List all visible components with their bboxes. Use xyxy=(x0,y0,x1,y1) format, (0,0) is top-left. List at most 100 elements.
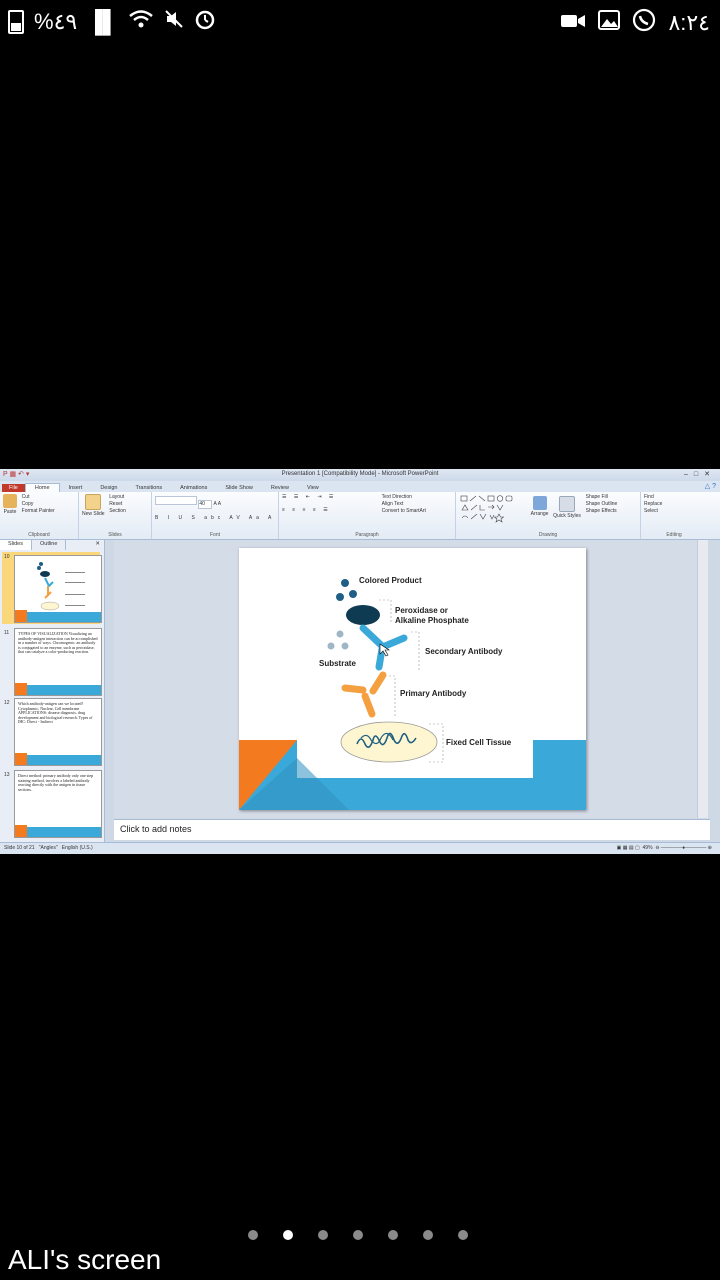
powerpoint-window: P ▦ ↶ ▾ Presentation 1 [Compatibility Mo… xyxy=(0,469,720,854)
tab-file[interactable]: File xyxy=(2,484,25,492)
group-slides: New Slide Layout Reset Section Slides xyxy=(79,492,152,539)
help-icon[interactable]: △ ? xyxy=(705,482,716,490)
copy-button[interactable]: Copy xyxy=(22,501,55,508)
vertical-scrollbar[interactable] xyxy=(697,540,708,818)
thumbnail-row-12[interactable]: 12 Which antibody-antigen can we located… xyxy=(2,698,102,768)
slides-label: Slides xyxy=(108,532,122,538)
quick-styles-button[interactable]: Quick Styles xyxy=(553,496,581,519)
tab-review[interactable]: Review xyxy=(262,484,298,492)
screen-caption: ALI's screen xyxy=(8,1244,162,1275)
new-slide-button[interactable]: New Slide xyxy=(82,494,105,517)
label-colored-product: Colored Product xyxy=(359,576,422,585)
find-button[interactable]: Find xyxy=(644,494,704,501)
thumbnail-row-10[interactable]: 10 xyxy=(2,552,102,624)
page-dot[interactable] xyxy=(458,1230,468,1240)
tab-view[interactable]: View xyxy=(298,484,328,492)
slide-canvas[interactable]: Colored Product Peroxidase or Alkaline P… xyxy=(114,540,708,818)
leader-line xyxy=(379,599,392,624)
page-dot[interactable] xyxy=(423,1230,433,1240)
battery-percent: %٤٩ xyxy=(34,9,78,34)
clock: ٨:٢٤ xyxy=(668,10,710,35)
zoom-level[interactable]: 49% xyxy=(643,845,653,851)
arrange-button[interactable]: Arrange xyxy=(531,496,548,517)
notes-placeholder: Click to add notes xyxy=(120,824,192,834)
tab-transitions[interactable]: Transitions xyxy=(126,484,171,492)
thumbnail-text: TYPES OF VISUALIZATION Visualizing an an… xyxy=(18,631,98,655)
font-label: Font xyxy=(209,532,220,538)
quick-styles-icon xyxy=(559,496,576,512)
panel-close-icon[interactable]: ✕ xyxy=(91,540,104,550)
shape-effects-button[interactable]: Shape Effects xyxy=(586,508,618,515)
reset-button[interactable]: Reset xyxy=(109,501,126,508)
shapes-gallery[interactable] xyxy=(459,494,529,526)
layout-button[interactable]: Layout xyxy=(109,494,126,501)
list-buttons[interactable]: ☰ ☰ ⇤ ⇥ ☰ xyxy=(282,494,380,501)
label-primary-antibody: Primary Antibody xyxy=(400,689,467,698)
alarm-icon xyxy=(194,8,216,36)
grow-font-button[interactable]: A xyxy=(214,501,217,507)
paste-icon xyxy=(3,494,17,508)
section-button[interactable]: Section xyxy=(109,508,126,515)
tab-outline[interactable]: Outline xyxy=(32,540,67,550)
page-dot[interactable] xyxy=(318,1230,328,1240)
align-text-button[interactable]: Align Text xyxy=(382,501,426,508)
thumbnail-number: 12 xyxy=(4,700,10,706)
shape-fill-button[interactable]: Shape Fill xyxy=(586,494,618,501)
select-button[interactable]: Select xyxy=(644,508,704,515)
format-painter-button[interactable]: Format Painter xyxy=(22,508,55,515)
convert-smartart-button[interactable]: Convert to SmartArt xyxy=(382,508,426,515)
tab-slides[interactable]: Slides xyxy=(0,540,32,550)
tab-animations[interactable]: Animations xyxy=(171,484,216,492)
page-dot[interactable] xyxy=(388,1230,398,1240)
zoom-slider[interactable]: ⊖ ──────●────── ⊕ xyxy=(655,845,712,851)
font-size-box[interactable]: 40 xyxy=(198,500,213,509)
tab-insert[interactable]: Insert xyxy=(60,484,92,492)
group-clipboard: Paste Cut Copy Format Painter Clipboard xyxy=(0,492,79,539)
shrink-font-button[interactable]: A xyxy=(218,501,221,507)
primary-antibody-arm xyxy=(369,671,387,695)
current-slide[interactable]: Colored Product Peroxidase or Alkaline P… xyxy=(239,548,586,810)
page-dot[interactable] xyxy=(283,1230,293,1240)
slide-thumbnail[interactable]: Which antibody-antigen can we located? C… xyxy=(14,698,102,766)
page-dot[interactable] xyxy=(353,1230,363,1240)
label-fixed-cell-tissue: Fixed Cell Tissue xyxy=(446,738,512,747)
primary-antibody-arm xyxy=(341,684,367,694)
thumbnail-row-13[interactable]: 13 Direct method: primary antibody only … xyxy=(2,770,102,840)
text-direction-button[interactable]: Text Direction xyxy=(382,494,426,501)
page-dot[interactable] xyxy=(248,1230,258,1240)
language[interactable]: English (U.S.) xyxy=(62,845,93,851)
substrate-dot xyxy=(341,642,349,650)
notes-pane[interactable]: Click to add notes xyxy=(114,819,710,840)
slide-thumbnail[interactable]: TYPES OF VISUALIZATION Visualizing an an… xyxy=(14,628,102,696)
replace-button[interactable]: Replace xyxy=(644,501,704,508)
tab-home[interactable]: Home xyxy=(24,483,60,492)
tissue-ellipse xyxy=(340,721,438,763)
slide-thumbnail[interactable] xyxy=(14,555,102,623)
label-enzyme-line1: Peroxidase or xyxy=(395,606,448,615)
thumbnail-band xyxy=(15,612,101,622)
mute-icon xyxy=(164,9,184,35)
status-bar: %٤٩ ▐▌ ٨:٢٤ xyxy=(0,0,720,42)
secondary-antibody-arm xyxy=(381,634,408,650)
font-name-box[interactable] xyxy=(155,496,197,505)
thumbnail-corner xyxy=(15,753,27,765)
work-area: Slides Outline ✕ 10 11 TYPES OF VISUALIZ… xyxy=(0,540,720,842)
view-buttons[interactable]: ▣ ▦ ▤ ▢ xyxy=(617,845,640,851)
tab-design[interactable]: Design xyxy=(91,484,126,492)
thumbnail-row-11[interactable]: 11 TYPES OF VISUALIZATION Visualizing an… xyxy=(2,628,102,698)
cut-button[interactable]: Cut xyxy=(22,494,55,501)
window-controls[interactable]: –□✕ xyxy=(684,470,716,478)
tab-slide-show[interactable]: Slide Show xyxy=(216,484,262,492)
font-format-buttons[interactable]: B I U S abc AV Aa A xyxy=(155,515,275,522)
align-buttons[interactable]: ≡ ≡ ≡ ≡ ☰ xyxy=(282,507,380,514)
thumbnail-band xyxy=(15,685,101,695)
slide-thumbnail[interactable]: Direct method: primary antibody only one… xyxy=(14,770,102,838)
status-line: Slide 10 of 21 "Angles" English (U.S.) ▣… xyxy=(0,842,720,854)
paste-button[interactable]: Paste xyxy=(3,494,17,515)
theme-name: "Angles" xyxy=(38,845,58,851)
substrate-dot xyxy=(336,630,344,638)
group-editing: Find Replace Select Editing xyxy=(641,492,707,539)
paragraph-label: Paragraph xyxy=(355,532,379,538)
shape-outline-button[interactable]: Shape Outline xyxy=(586,501,618,508)
thumbnail-band xyxy=(15,755,101,765)
